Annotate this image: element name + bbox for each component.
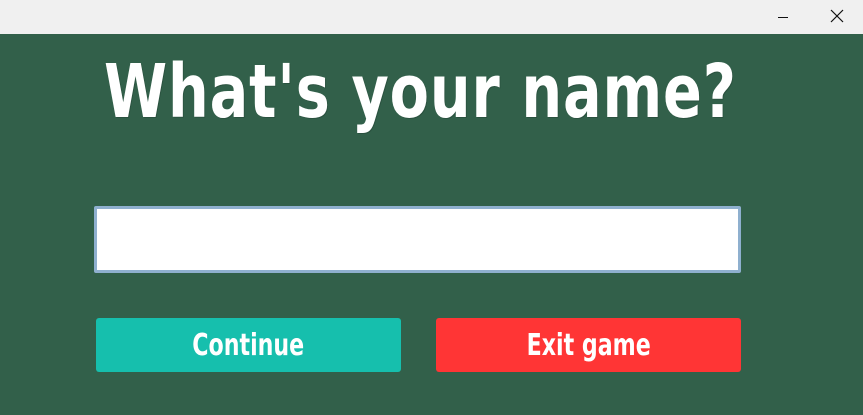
page-title: What's your name? — [104, 49, 737, 135]
minimize-button[interactable] — [760, 0, 806, 34]
continue-button[interactable]: Continue — [96, 318, 401, 372]
window-titlebar — [0, 0, 863, 34]
name-input[interactable] — [94, 206, 741, 273]
minimize-icon — [777, 8, 789, 27]
close-icon — [830, 8, 844, 27]
close-button[interactable] — [814, 0, 860, 34]
continue-button-label: Continue — [192, 327, 305, 363]
exit-game-button-label: Exit game — [526, 327, 651, 363]
exit-game-button[interactable]: Exit game — [436, 318, 741, 372]
